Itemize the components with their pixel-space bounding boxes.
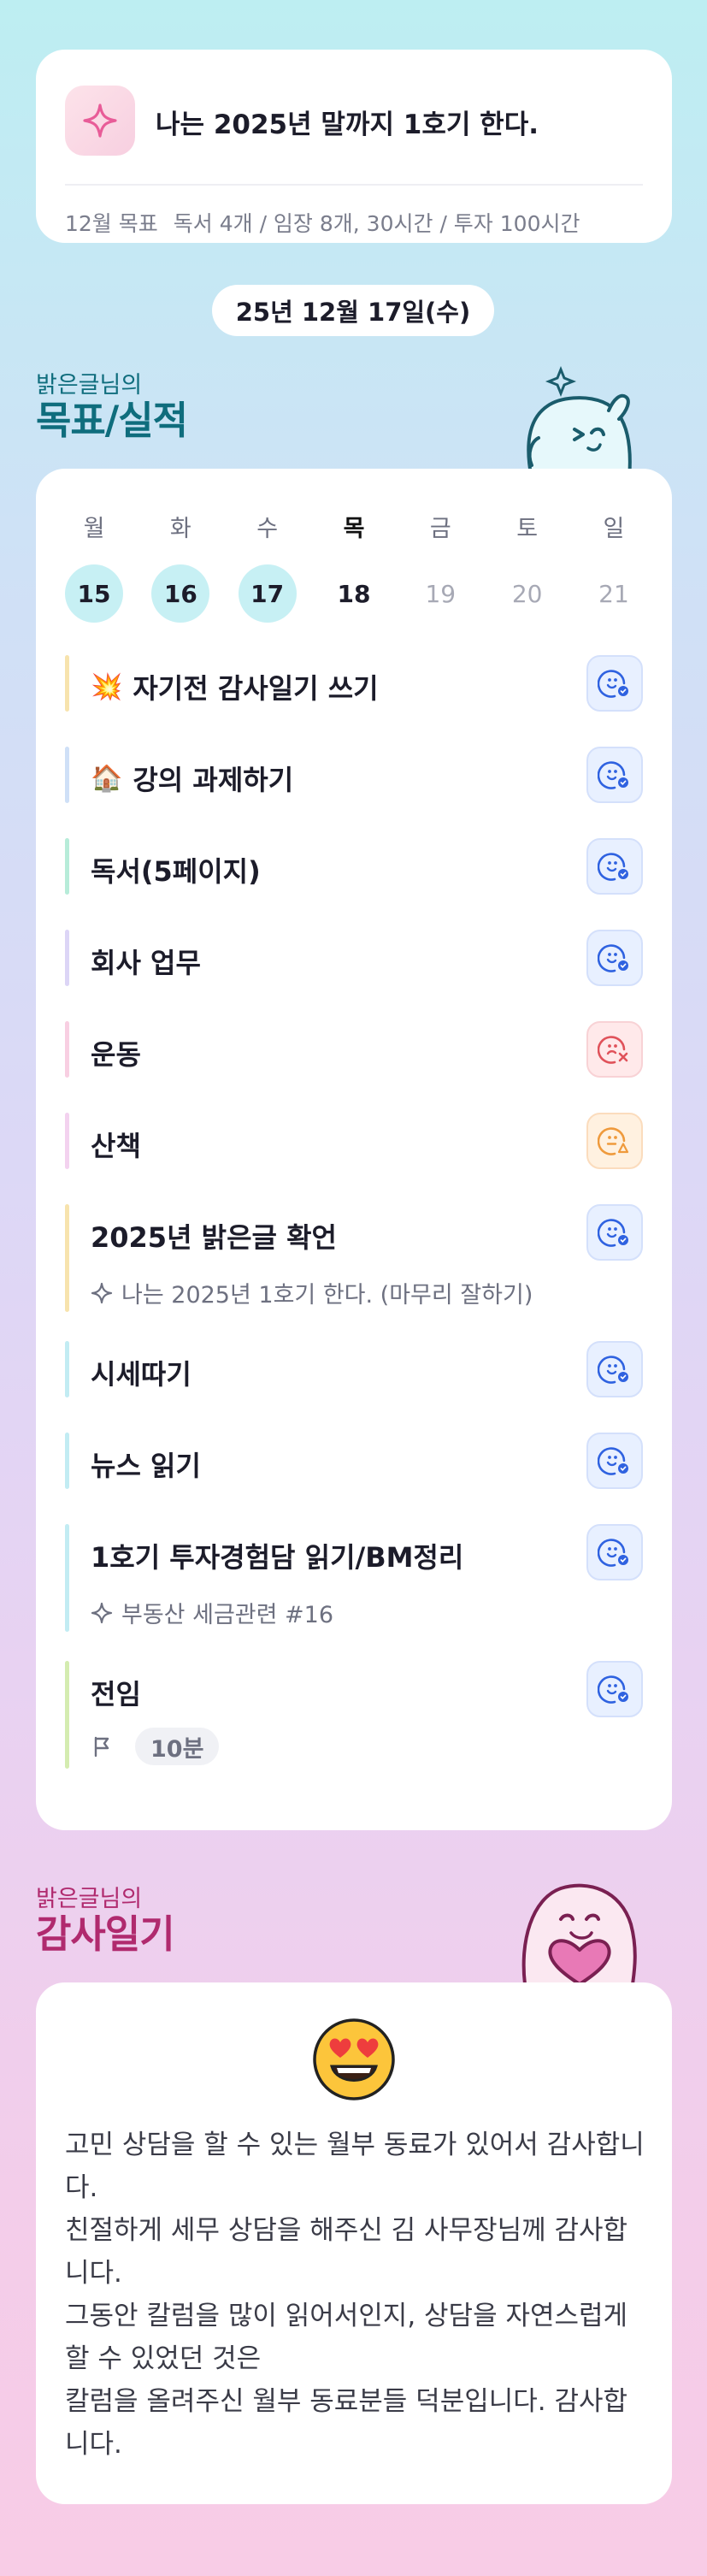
task-name: 1호기 투자경험담 읽기/BM정리 (91, 1541, 464, 1574)
task-name: 독서(5페이지) (91, 855, 261, 888)
status-good-icon[interactable] (586, 1433, 643, 1489)
weekday-sat[interactable]: 토 20 (498, 510, 557, 623)
task-color-bar (65, 1204, 69, 1312)
task-color-bar (65, 1433, 69, 1489)
task-name: 💥 자기전 감사일기 쓰기 (91, 667, 379, 706)
weekday-tue[interactable]: 화 16 (151, 510, 210, 623)
status-warn-icon[interactable] (586, 1113, 643, 1169)
task-name: 2025년 밝은글 확언 (91, 1221, 337, 1254)
task-name: 산책 (91, 1130, 141, 1162)
diary-line: 고민 상담을 할 수 있는 월부 동료가 있어서 감사합니다. (65, 2130, 645, 2203)
weekday-label: 금 (429, 516, 451, 542)
divider (65, 184, 643, 186)
task-name: 뉴스 읽기 (91, 1450, 201, 1482)
status-good-icon[interactable] (586, 655, 643, 712)
week-selector: 월 15 화 16 수 17 목 18 금 19 토 20 일 21 (65, 510, 643, 623)
weekday-date: 15 (65, 564, 123, 623)
diary-line: 친절하게 세무 상담을 해주신 김 사무장님께 감사합니다. (65, 2215, 628, 2289)
weekday-date: 16 (151, 564, 210, 623)
diary-line: 칼럼을 올려주신 월부 동료분들 덕분입니다. 감사합니다. (65, 2386, 628, 2460)
task-color-bar (65, 1021, 69, 1078)
heart-eyes-face-icon (311, 2017, 397, 2102)
task-item[interactable]: 독서(5페이지) (65, 838, 643, 895)
status-good-icon[interactable] (586, 1524, 643, 1580)
task-emoji: 🏠 (91, 763, 123, 794)
weekday-label: 월 (83, 516, 105, 542)
task-item[interactable]: 🏠 강의 과제하기 (65, 747, 643, 803)
task-color-bar (65, 747, 69, 803)
task-color-bar (65, 838, 69, 895)
task-emoji: 💥 (91, 671, 123, 702)
weekday-thu[interactable]: 목 18 (325, 510, 383, 623)
task-name: 운동 (91, 1038, 141, 1071)
status-good-icon[interactable] (586, 930, 643, 986)
task-color-bar (65, 1113, 69, 1169)
task-item[interactable]: 전임 10분 (65, 1661, 643, 1769)
task-item[interactable]: 1호기 투자경험담 읽기/BM정리 부동산 세금관련 #16 (65, 1524, 643, 1632)
weekday-label: 목 (343, 516, 365, 542)
diary-section-title: 감사일기 (36, 1911, 175, 1957)
task-item[interactable]: 시세따기 (65, 1341, 643, 1397)
status-bad-icon[interactable] (586, 1021, 643, 1078)
task-name: 🏠 강의 과제하기 (91, 759, 293, 798)
task-note-text: 나는 2025년 1호기 한다. (마무리 잘하기) (121, 1282, 533, 1309)
task-item[interactable]: 뉴스 읽기 (65, 1433, 643, 1489)
status-good-icon[interactable] (586, 838, 643, 895)
task-item[interactable]: 산책 (65, 1113, 643, 1169)
diary-text: 고민 상담을 할 수 있는 월부 동료가 있어서 감사합니다. 친절하게 세무 … (65, 2124, 646, 2466)
annual-goal-title: 나는 2025년 말까지 1호기 한다. (156, 109, 539, 140)
task-color-bar (65, 1661, 69, 1769)
task-item[interactable]: 회사 업무 (65, 930, 643, 986)
sparkle-icon (65, 86, 135, 156)
sparkle-icon (91, 1602, 113, 1624)
task-name-text: 강의 과제하기 (133, 764, 294, 796)
weekday-date: 17 (238, 564, 297, 623)
weekday-fri[interactable]: 금 19 (411, 510, 469, 623)
weekday-mon[interactable]: 월 15 (65, 510, 123, 623)
weekday-date: 20 (511, 579, 543, 608)
monthly-goal-label: 12월 목표 (65, 211, 158, 236)
date-selector[interactable]: 25년 12월 17일(수) (212, 285, 494, 336)
monthly-goal: 12월 목표 독서 4개 / 임장 8개, 30시간 / 투자 100시간 (65, 207, 646, 238)
task-item[interactable]: 💥 자기전 감사일기 쓰기 (65, 655, 643, 712)
status-good-icon[interactable] (586, 1204, 643, 1261)
task-note: 나는 2025년 1호기 한다. (마무리 잘하기) (91, 1276, 533, 1309)
task-note-text: 부동산 세금관련 #16 (121, 1602, 334, 1628)
weekday-sun[interactable]: 일 21 (585, 510, 643, 623)
status-good-icon[interactable] (586, 1661, 643, 1717)
task-name: 전임 (91, 1678, 141, 1710)
gratitude-diary-card[interactable]: 고민 상담을 할 수 있는 월부 동료가 있어서 감사합니다. 친절하게 세무 … (36, 1982, 672, 2504)
goals-section-title: 목표/실적 (36, 398, 188, 443)
task-name-text: 자기전 감사일기 쓰기 (133, 672, 379, 705)
weekday-date: 19 (425, 579, 457, 608)
weekday-date: 18 (337, 579, 371, 608)
weekday-label: 토 (516, 516, 539, 542)
diary-line: 그동안 칼럼을 많이 읽어서인지, 상담을 자연스럽게 할 수 있었던 것은 (65, 2301, 628, 2374)
monthly-goal-detail: 독서 4개 / 임장 8개, 30시간 / 투자 100시간 (173, 211, 580, 236)
weekday-label: 일 (603, 516, 625, 542)
task-color-bar (65, 655, 69, 712)
status-good-icon[interactable] (586, 747, 643, 803)
flag-icon (91, 1734, 115, 1758)
task-name: 시세따기 (91, 1358, 191, 1391)
sparkle-icon (91, 1282, 113, 1304)
weekday-wed[interactable]: 수 17 (238, 510, 297, 623)
weekday-label: 화 (169, 516, 191, 542)
task-color-bar (65, 1341, 69, 1397)
weekday-date: 21 (598, 579, 629, 608)
task-name: 회사 업무 (91, 947, 201, 979)
time-chip: 10분 (135, 1728, 220, 1765)
task-color-bar (65, 1524, 69, 1632)
task-color-bar (65, 930, 69, 986)
task-item[interactable]: 운동 (65, 1021, 643, 1078)
task-note: 부동산 세금관련 #16 (91, 1596, 333, 1629)
task-item[interactable]: 2025년 밝은글 확언 나는 2025년 1호기 한다. (마무리 잘하기) (65, 1204, 643, 1312)
mascot-heart-icon (521, 1883, 637, 1984)
weekday-label: 수 (256, 516, 279, 542)
goals-card: 월 15 화 16 수 17 목 18 금 19 토 20 일 21 💥 자기전 감사일기 쓰기… (36, 469, 672, 1830)
mascot-waving-icon (527, 365, 632, 479)
annual-goal-card[interactable]: 나는 2025년 말까지 1호기 한다. 12월 목표 독서 4개 / 임장 8개… (36, 50, 672, 243)
task-time: 10분 (91, 1728, 220, 1765)
status-good-icon[interactable] (586, 1341, 643, 1397)
